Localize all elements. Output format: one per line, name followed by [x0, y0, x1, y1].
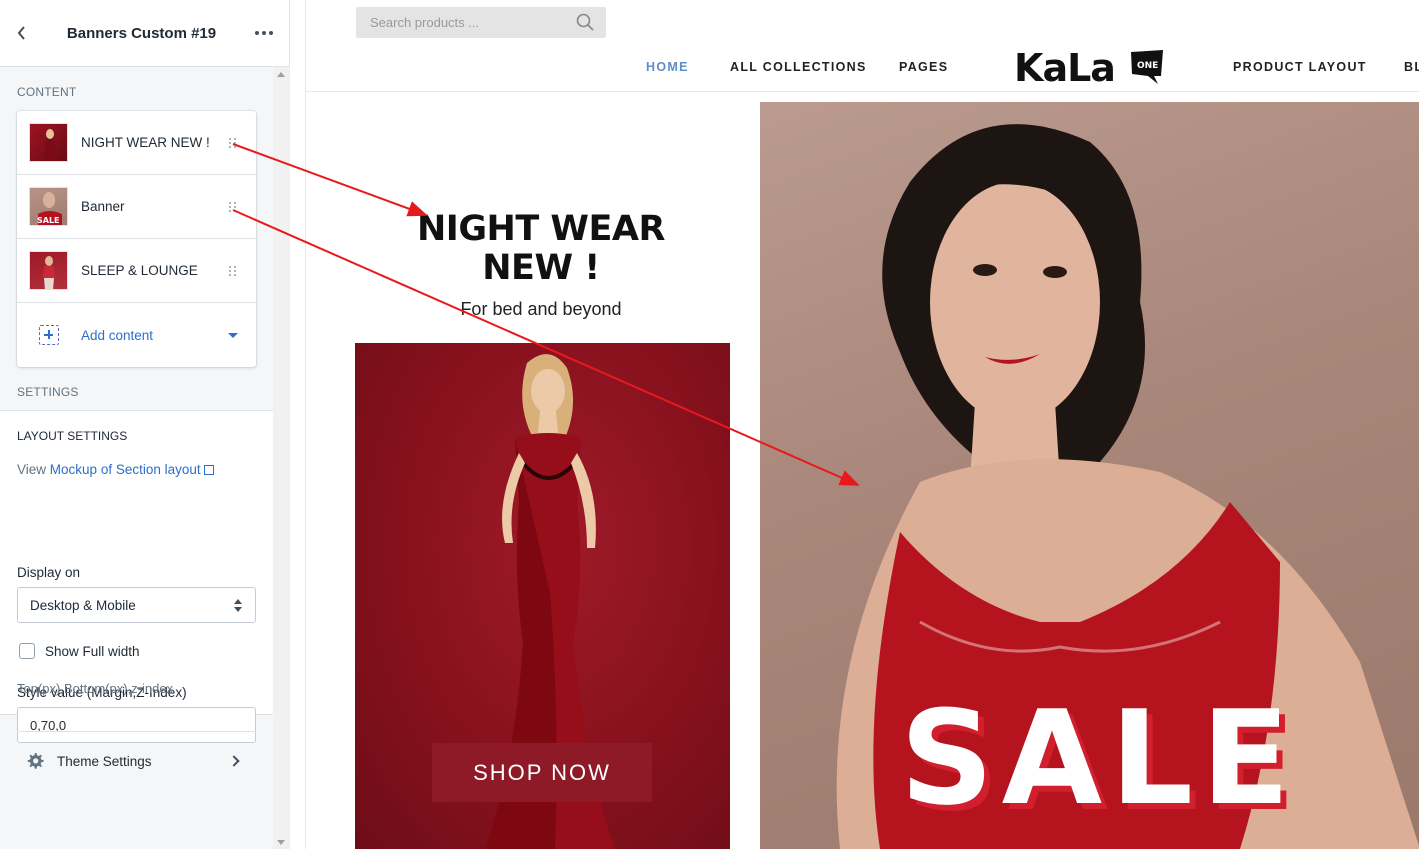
back-arrow-icon	[17, 26, 25, 40]
settings-panel: LAYOUT SETTINGS View Mockup of Section l…	[0, 410, 273, 743]
drag-handle-icon[interactable]	[229, 264, 239, 278]
nav-home[interactable]: HOME	[646, 60, 689, 74]
add-content-button[interactable]: Add content	[17, 303, 256, 367]
svg-text:ONE: ONE	[1137, 61, 1158, 71]
shop-now-button[interactable]: SHOP NOW	[432, 743, 652, 802]
theme-settings-label: Theme Settings	[57, 753, 152, 769]
content-blocks-card: NIGHT WEAR NEW ! SALE Banner SLEEP & LOU…	[17, 111, 256, 367]
sidebar-scrollbar[interactable]	[273, 67, 290, 849]
scroll-up-arrow[interactable]	[277, 72, 285, 77]
block-label: Banner	[81, 199, 125, 214]
nav-pages[interactable]: PAGES	[899, 60, 948, 74]
night-wear-banner[interactable]: SHOP NOW	[355, 343, 730, 849]
logo-badge-icon: ONE	[1131, 50, 1163, 84]
svg-text:SALE: SALE	[37, 216, 60, 225]
sidebar-scroll-area: CONTENT NIGHT WEAR NEW ! SALE Banner SLE…	[0, 67, 273, 849]
back-button[interactable]	[0, 0, 44, 67]
caret-down-icon	[228, 332, 238, 338]
store-logo[interactable]: KaLa	[1014, 46, 1116, 90]
view-mockup-line: View Mockup of Section layout	[17, 462, 214, 477]
hero-subtitle: For bed and beyond	[460, 299, 622, 319]
block-item-banner[interactable]: SALE Banner	[17, 175, 256, 239]
settings-section-label: SETTINGS	[17, 385, 79, 399]
theme-settings-button[interactable]: Theme Settings	[17, 739, 256, 783]
store-preview: Search products ... HOME ALL COLLECTIONS…	[305, 0, 1419, 849]
more-options-button[interactable]	[239, 0, 289, 67]
search-input[interactable]: Search products ...	[356, 7, 606, 38]
section-title: Banners Custom #19	[66, 24, 217, 42]
drag-handle-icon[interactable]	[229, 200, 239, 214]
search-placeholder: Search products ...	[370, 15, 480, 30]
external-link-icon	[203, 465, 214, 475]
style-help-text: Top(px),Bottom(px),z-index	[17, 681, 174, 696]
hero-title-line1: NIGHT WEAR	[417, 209, 665, 249]
scroll-down-arrow[interactable]	[277, 840, 285, 845]
sale-overlay-text: SALE	[900, 682, 1298, 834]
add-block-icon	[39, 325, 59, 345]
layout-settings-heading: LAYOUT SETTINGS	[17, 429, 128, 443]
block-thumbnail: SALE	[29, 187, 68, 226]
more-dots-icon	[255, 31, 259, 35]
content-section-label: CONTENT	[17, 85, 77, 99]
display-on-value: Desktop & Mobile	[30, 598, 136, 613]
nav-blog[interactable]: BL	[1404, 60, 1419, 74]
mockup-link[interactable]: Mockup of Section layout	[50, 462, 201, 477]
display-on-label: Display on	[17, 565, 81, 580]
add-content-label: Add content	[81, 327, 154, 343]
block-thumbnail	[29, 123, 68, 162]
view-prefix: View	[17, 462, 47, 477]
full-width-checkbox[interactable]	[19, 643, 35, 659]
editor-sidebar: Banners Custom #19 CONTENT NIGHT WEAR NE…	[0, 0, 290, 849]
block-label: SLEEP & LOUNGE	[81, 263, 198, 278]
sale-banner[interactable]: SALE	[760, 102, 1419, 849]
hero-title: NIGHT WEAR NEW !	[386, 210, 696, 288]
block-label: NIGHT WEAR NEW !	[81, 135, 210, 150]
search-icon[interactable]	[576, 13, 594, 31]
drag-handle-icon[interactable]	[229, 136, 239, 150]
display-on-select[interactable]: Desktop & Mobile	[17, 587, 256, 623]
block-thumbnail	[29, 251, 68, 290]
chevron-right-icon	[228, 755, 240, 767]
block-item-night-wear[interactable]: NIGHT WEAR NEW !	[17, 111, 256, 175]
full-width-label: Show Full width	[45, 644, 140, 659]
style-value-input[interactable]: 0,70,0	[17, 707, 256, 743]
sidebar-header: Banners Custom #19	[0, 0, 290, 67]
gear-icon	[27, 753, 44, 769]
select-arrows-icon	[234, 599, 242, 613]
store-header: Search products ... HOME ALL COLLECTIONS…	[306, 0, 1419, 92]
divider	[17, 731, 256, 732]
nav-all-collections[interactable]: ALL COLLECTIONS	[730, 60, 867, 74]
hero-title-line2: NEW !	[482, 248, 600, 288]
nav-product-layout[interactable]: PRODUCT LAYOUT	[1233, 60, 1367, 74]
block-item-sleep-lounge[interactable]: SLEEP & LOUNGE	[17, 239, 256, 303]
